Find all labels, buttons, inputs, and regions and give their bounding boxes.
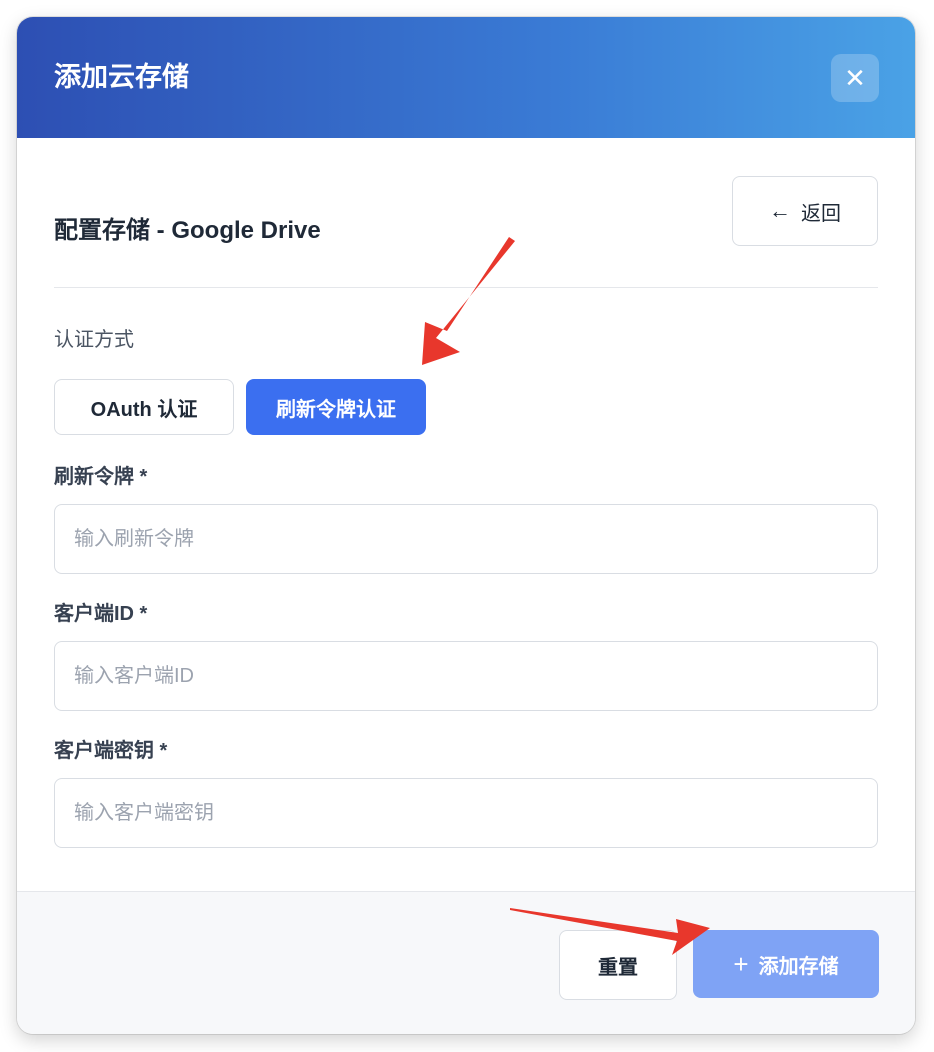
client-id-input[interactable]	[54, 641, 878, 711]
add-storage-label: 添加存储	[758, 955, 839, 978]
plus-icon: +	[733, 949, 749, 979]
modal-title: 添加云存储	[54, 62, 189, 92]
client-id-label: 客户端ID *	[54, 603, 148, 625]
tab-refresh-token[interactable]: 刷新令牌认证	[246, 379, 426, 435]
divider	[54, 287, 878, 288]
config-title: 配置存储 - Google Drive	[54, 217, 321, 244]
tab-oauth[interactable]: OAuth 认证	[54, 379, 234, 435]
back-button-label: 返回	[801, 202, 841, 225]
modal-header: 添加云存储 ✕	[17, 17, 915, 138]
arrow-left-icon: ←	[769, 198, 791, 223]
refresh-token-label: 刷新令牌 *	[54, 466, 148, 488]
client-secret-label: 客户端密钥 *	[54, 740, 168, 762]
add-cloud-storage-modal: 添加云存储 ✕ 配置存储 - Google Drive ← 返回 认证方式 OA…	[17, 17, 915, 1034]
add-storage-button[interactable]: + 添加存储	[693, 930, 879, 998]
auth-method-label: 认证方式	[54, 329, 134, 351]
back-button[interactable]: ← 返回	[732, 176, 878, 246]
close-button[interactable]: ✕	[831, 54, 879, 102]
reset-button[interactable]: 重置	[559, 930, 677, 1000]
modal-footer: 重置 + 添加存储	[17, 891, 915, 1034]
close-icon: ✕	[844, 62, 866, 93]
refresh-token-input[interactable]	[54, 504, 878, 574]
client-secret-input[interactable]	[54, 778, 878, 848]
